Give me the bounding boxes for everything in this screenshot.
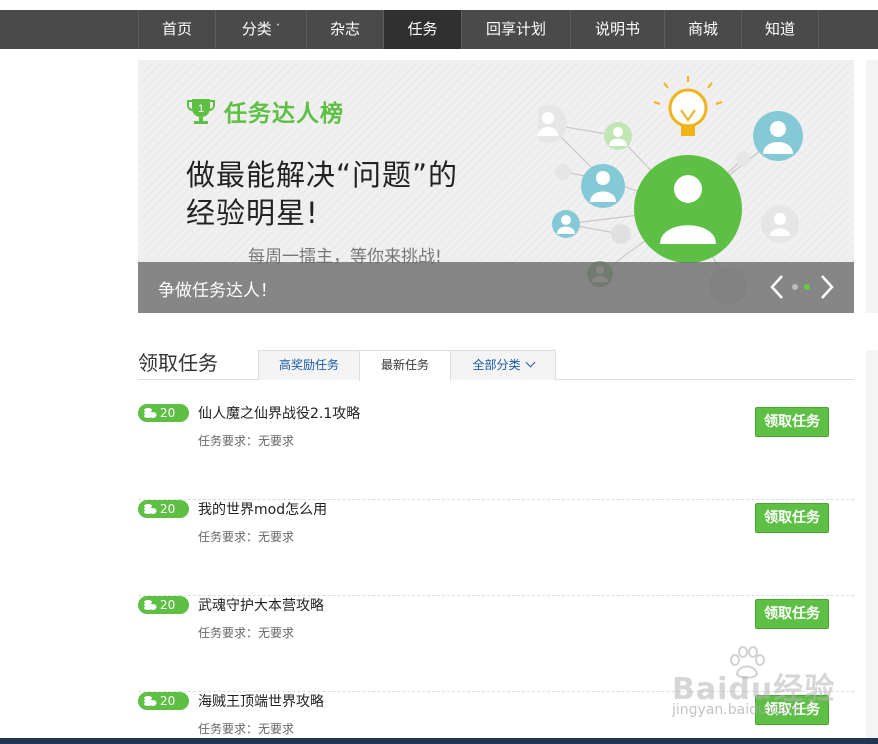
nav-item-tasks[interactable]: 任务 [383,10,461,49]
task-title[interactable]: 海贼王顶端世界攻略 [198,691,324,711]
tab-latest[interactable]: 最新任务 [359,350,451,381]
claim-task-button[interactable]: 领取任务 [755,407,829,437]
watermark-domain: jingyan.baidu.com [672,702,802,718]
chevron-down-icon [525,357,535,368]
chevron-down-icon: ˇ [275,24,281,34]
main-person-node [634,155,742,263]
reward-badge: 20 [138,692,189,710]
task-title[interactable]: 我的世界mod怎么用 [198,499,327,519]
top-nav: 首页 分类 ˇ 杂志 任务 回享计划 说明书 商城 知道 [0,10,878,49]
nav-items: 首页 分类 ˇ 杂志 任务 回享计划 说明书 商城 知道 [138,10,819,49]
task-requirement: 任务要求：无要求 [198,626,295,640]
nav-item-mall[interactable]: 商城 [664,10,741,49]
coins-icon [144,408,157,418]
chevron-right-icon[interactable] [818,274,836,300]
nav-item-share-plan[interactable]: 回享计划 [461,10,570,49]
trophy-icon: 1 [187,99,215,124]
nav-item-home[interactable]: 首页 [138,10,215,49]
task-tabs: 高奖励任务 最新任务 全部分类 [258,350,556,381]
reward-badge: 20 [138,596,189,614]
right-side-panel-edge [866,60,878,313]
right-side-panel-edge [866,350,878,740]
task-title[interactable]: 仙人魔之仙界战役2.1攻略 [198,403,360,423]
banner-badge: 1 任务达人榜 [186,96,344,127]
bottom-bar [0,738,878,744]
banner-caption-bar: 争做任务达人！ [138,262,854,313]
banner-caption: 争做任务达人！ [158,281,277,301]
task-title[interactable]: 武魂守护大本营攻略 [198,595,324,615]
task-item: 20 我的世界mod怎么用 任务要求：无要求 领取任务 [138,500,854,596]
promo-banner[interactable]: 1 任务达人榜 做最能解决“问题”的 经验明星! 每周一擂主，等你来挑战! 争做… [138,60,854,313]
nav-item-manual[interactable]: 说明书 [570,10,664,49]
carousel-dot[interactable] [792,284,798,290]
chevron-left-icon[interactable] [768,274,786,300]
task-requirement: 任务要求：无要求 [198,434,295,448]
lightbulb-icon [653,76,723,136]
task-item: 20 仙人魔之仙界战役2.1攻略 任务要求：无要求 领取任务 [138,404,854,500]
reward-badge: 20 [138,500,189,518]
svg-text:1: 1 [198,103,204,115]
nav-item-category[interactable]: 分类 ˇ [215,10,306,49]
coins-icon [144,600,157,610]
carousel-dots [792,284,810,290]
claim-task-button[interactable]: 领取任务 [755,599,829,629]
task-requirement: 任务要求：无要求 [198,530,295,544]
carousel-dot-active[interactable] [804,284,810,290]
person-node-gray [538,105,567,143]
baidu-watermark: Baidu经验 jingyan.baidu.com [672,646,862,726]
banner-headline: 做最能解决“问题”的 经验明星! [186,158,459,230]
nav-item-zhidao[interactable]: 知道 [741,10,819,49]
nav-item-magazine[interactable]: 杂志 [306,10,383,49]
reward-badge: 20 [138,404,189,422]
coins-icon [144,504,157,514]
coins-icon [144,696,157,706]
tab-high-reward[interactable]: 高奖励任务 [258,350,360,380]
banner-badge-title: 任务达人榜 [224,101,344,127]
task-requirement: 任务要求：无要求 [198,722,295,736]
section-title: 领取任务 [138,351,218,375]
tab-all-categories[interactable]: 全部分类 [450,350,556,380]
claim-task-button[interactable]: 领取任务 [755,503,829,533]
